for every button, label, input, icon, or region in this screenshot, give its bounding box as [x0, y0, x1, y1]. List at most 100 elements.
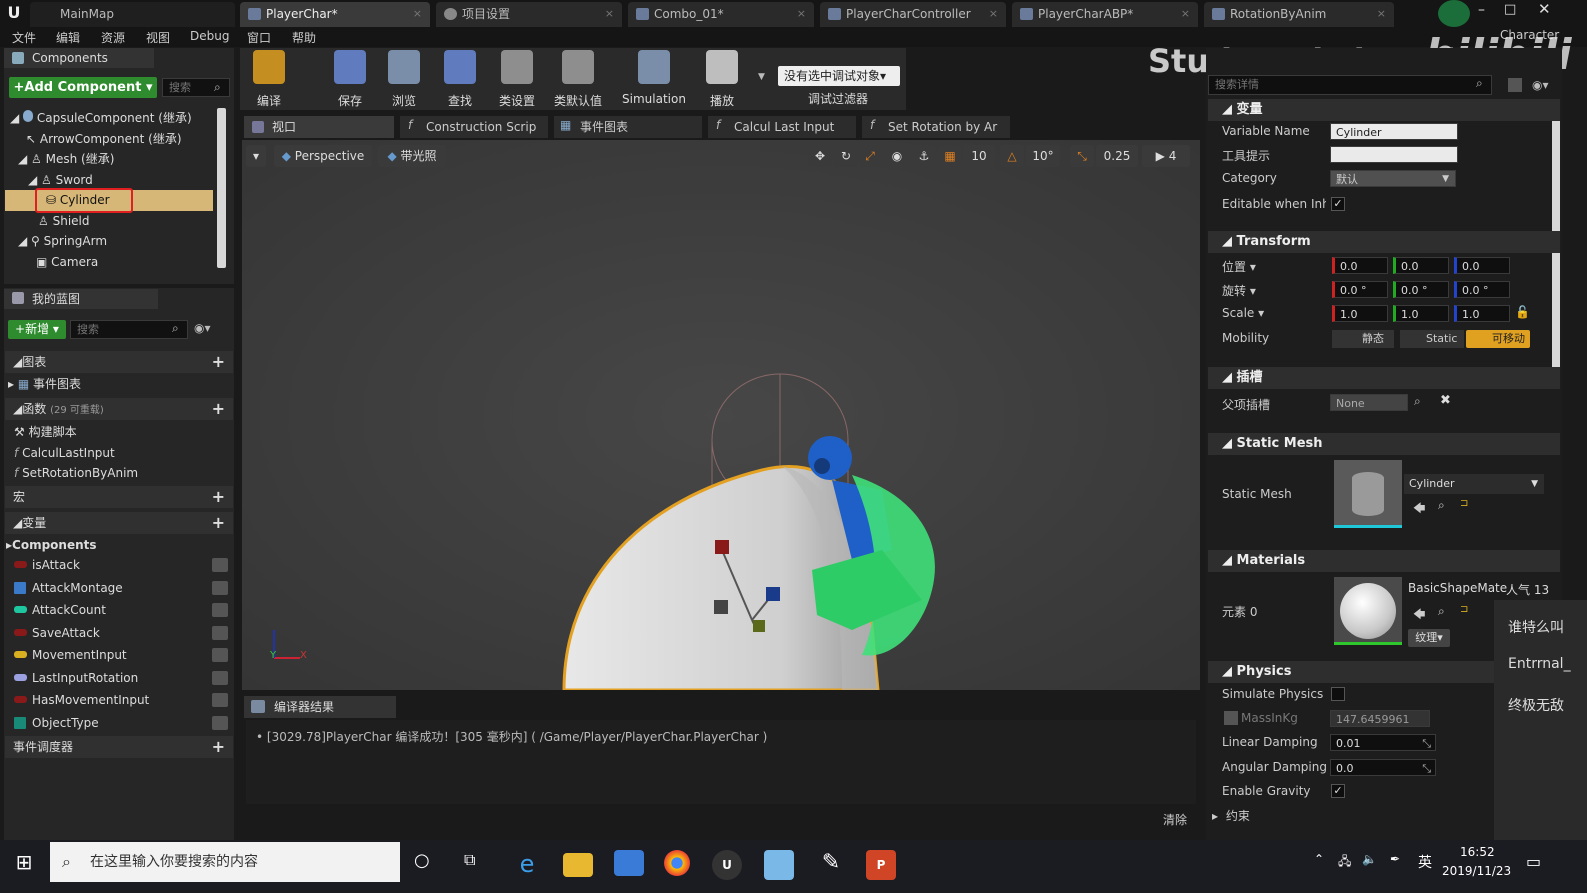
tab-combo[interactable]: Combo_01* × [628, 2, 814, 27]
view-options-icon[interactable]: ◉▾ [194, 321, 211, 335]
scale-snap-icon[interactable]: ⤡ [1070, 145, 1094, 167]
minimize-button[interactable]: – [1478, 2, 1485, 18]
construction-script-item[interactable]: ⚒ 构建脚本 [14, 421, 77, 443]
unreal-logo-icon[interactable]: U [4, 3, 24, 23]
browse-search-icon[interactable]: ⌕ [1438, 604, 1445, 619]
tree-cylinder[interactable]: ⛁ Cylinder [46, 190, 110, 210]
tree-mesh[interactable]: ◢ ♙ Mesh (继承) [18, 149, 114, 169]
variable-item[interactable]: AttackMontage [14, 577, 228, 599]
components-category[interactable]: ▸Components [6, 534, 97, 556]
save-button[interactable]: 保存 [330, 50, 370, 108]
variable-item[interactable]: HasMovementInput [14, 689, 228, 711]
world-space-icon[interactable]: ◉ [886, 145, 908, 167]
enable-gravity-checkbox[interactable]: ✓ [1331, 784, 1345, 798]
rotation-y[interactable]: 0.0 ° [1393, 281, 1449, 298]
menu-view[interactable]: 视图 [146, 29, 170, 46]
variable-item[interactable]: LastInputRotation [14, 667, 228, 689]
section-transform[interactable]: ◢ Transform [1208, 231, 1560, 253]
compile-button[interactable]: 编译 [246, 50, 292, 108]
material-name[interactable]: BasicShapeMater [1408, 581, 1508, 595]
visibility-eye-icon[interactable] [212, 648, 228, 662]
perspective-button[interactable]: ◆ Perspective [274, 145, 372, 167]
menu-file[interactable]: 文件 [12, 29, 36, 46]
browse-button[interactable]: 浏览 [382, 50, 426, 108]
cortana-icon[interactable]: ○ [414, 850, 430, 871]
reset-icon[interactable]: ⊐ [1460, 604, 1468, 615]
class-settings-button[interactable]: 类设置 [494, 50, 540, 108]
scale-x[interactable]: 1.0 [1332, 305, 1388, 322]
section-variable[interactable]: ◢ 变量 [1208, 99, 1560, 121]
add-icon[interactable]: + [212, 736, 225, 758]
volume-icon[interactable]: 🔈 [1362, 852, 1377, 866]
tab-playercharabp[interactable]: PlayerCharABP* × [1012, 2, 1198, 27]
editor-tab-calcul-last-input[interactable]: Calcul Last Input [708, 116, 856, 138]
clear-button[interactable]: 清除 [1163, 811, 1187, 828]
play-options-icon[interactable]: ▼ [758, 72, 765, 82]
use-selected-arrow-icon[interactable]: 🡄 [1413, 605, 1425, 626]
tab-mainmap[interactable]: MainMap [30, 2, 235, 27]
tab-playerchar[interactable]: PlayerChar* × [240, 2, 430, 27]
mobility-static-button[interactable]: 静态 [1332, 330, 1394, 348]
tree-camera[interactable]: ▣ Camera [36, 252, 98, 272]
section-sockets[interactable]: ◢ 插槽 [1208, 367, 1560, 389]
rotation-x[interactable]: 0.0 ° [1332, 281, 1388, 298]
tab-project-settings[interactable]: 项目设置 × [436, 2, 622, 27]
location-label[interactable]: 位置 ▾ [1222, 258, 1256, 275]
mass-override-checkbox[interactable] [1224, 711, 1238, 725]
mobility-stationary-button[interactable]: Static [1400, 330, 1464, 348]
surface-snap-icon[interactable]: ⚓ [913, 145, 935, 167]
location-y[interactable]: 0.0 [1393, 257, 1449, 274]
compiler-results-tab[interactable]: 编译器结果 [244, 696, 396, 718]
translate-tool-icon[interactable]: ✥ [808, 145, 832, 167]
section-static-mesh[interactable]: ◢ Static Mesh [1208, 433, 1560, 455]
clock-time[interactable]: 16:52 [1460, 845, 1495, 859]
grid-snap-icon[interactable]: ▦ [939, 145, 961, 167]
add-icon[interactable]: + [212, 351, 225, 373]
event-graph-item[interactable]: ▸ ▦ 事件图表 [8, 373, 81, 395]
scale-y[interactable]: 1.0 [1393, 305, 1449, 322]
tray-chevron-icon[interactable]: ⌃ [1314, 852, 1324, 866]
close-window-button[interactable]: ✕ [1538, 0, 1551, 18]
section-variables[interactable]: ◢变量 + [5, 512, 233, 534]
static-mesh-thumbnail[interactable] [1334, 460, 1402, 528]
menu-edit[interactable]: 编辑 [56, 29, 80, 46]
visibility-eye-icon[interactable] [212, 715, 228, 730]
tree-sword[interactable]: ◢ ♙ Sword [28, 170, 93, 190]
variable-item[interactable]: SaveAttack [14, 622, 228, 644]
use-selected-arrow-icon[interactable]: 🡄 [1413, 499, 1425, 520]
tree-springarm[interactable]: ◢ ⚲ SpringArm [18, 231, 107, 251]
search-icon[interactable]: ⌕ [1414, 394, 1421, 409]
section-functions[interactable]: ◢函数 (29 可重载) + [5, 398, 233, 420]
tooltip-field[interactable] [1330, 146, 1458, 163]
visibility-eye-icon[interactable] [212, 625, 228, 640]
unreal-engine-icon[interactable]: U [712, 850, 742, 880]
menu-window[interactable]: 窗口 [247, 29, 271, 46]
add-icon[interactable]: + [212, 486, 225, 508]
editable-checkbox[interactable]: ✓ [1331, 197, 1345, 211]
variable-item[interactable]: isAttack [14, 554, 228, 576]
blueprint-search-input[interactable] [70, 320, 188, 339]
variable-item[interactable]: AttackCount [14, 599, 228, 621]
close-icon[interactable]: × [605, 2, 614, 26]
visibility-eye-icon[interactable] [212, 693, 228, 707]
lit-mode-button[interactable]: ◆ 带光照 [378, 145, 446, 167]
section-materials[interactable]: ◢ Materials [1208, 550, 1560, 572]
angular-damping-field[interactable]: 0.0 ⤡ [1330, 759, 1436, 776]
rotation-label[interactable]: 旋转 ▾ [1222, 282, 1256, 299]
menu-asset[interactable]: 资源 [101, 29, 125, 46]
visibility-eye-icon[interactable] [212, 580, 228, 595]
clear-icon[interactable]: ✖ [1440, 393, 1451, 408]
function-setrotationbyanim[interactable]: f SetRotationByAnim [14, 462, 138, 484]
rotation-snap-icon[interactable]: △ [1000, 145, 1024, 167]
editor-tab-viewport[interactable]: 视口 [244, 116, 394, 138]
location-z[interactable]: 0.0 [1454, 257, 1510, 274]
viewport[interactable]: Y X [242, 140, 1200, 690]
static-mesh-select[interactable]: Cylinder ▼ [1404, 474, 1544, 494]
file-explorer-icon[interactable] [563, 853, 593, 877]
windows-start-icon[interactable]: ⊞ [12, 850, 36, 874]
section-event-dispatchers[interactable]: 事件调度器 + [5, 736, 233, 758]
editor-tab-construction[interactable]: Construction Scrip [400, 116, 548, 138]
property-matrix-icon[interactable] [1508, 78, 1522, 92]
ime-indicator[interactable]: 英 [1418, 852, 1432, 872]
camera-speed-button[interactable]: ▶ 4 [1142, 145, 1190, 167]
